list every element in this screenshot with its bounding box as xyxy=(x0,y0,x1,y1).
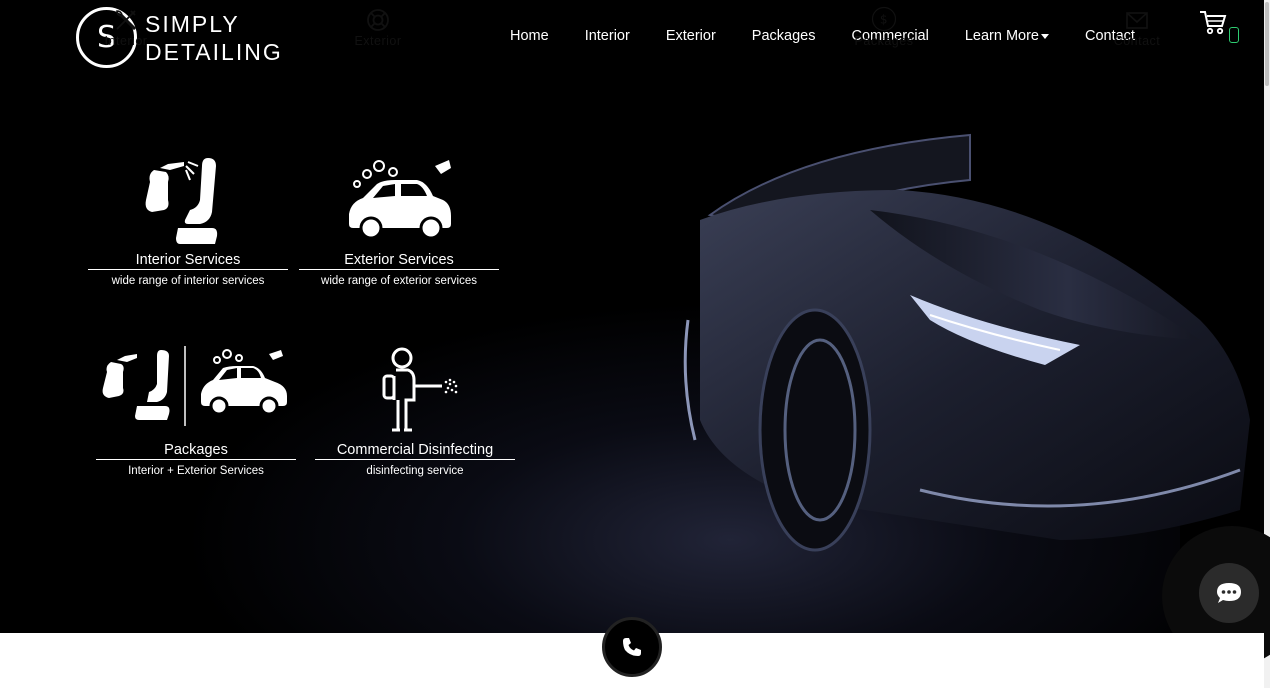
bottom-nav-interior[interactable]: Interior xyxy=(96,8,156,48)
chat-bubble-icon xyxy=(1217,583,1241,603)
nav-exterior[interactable]: Exterior xyxy=(648,28,734,44)
service-title-commercial: Commercial Disinfecting xyxy=(315,442,515,460)
logo-wordmark: SIMPLY DETAILING xyxy=(145,10,283,66)
call-button[interactable] xyxy=(602,617,662,677)
bottom-nav-interior-label: Interior xyxy=(104,34,148,48)
phone-icon xyxy=(623,638,641,656)
bottom-nav-packages[interactable]: $ Packages xyxy=(852,6,916,48)
envelope-icon xyxy=(1126,12,1148,29)
svg-text:$: $ xyxy=(880,13,888,27)
service-desc-commercial: disinfecting service xyxy=(366,465,464,477)
service-tile-packages[interactable]: Packages Interior + Exterior Services xyxy=(96,346,296,477)
service-title-exterior: Exterior Services xyxy=(299,252,499,270)
service-desc-interior: wide range of interior services xyxy=(111,275,265,287)
cart-count-badge[interactable] xyxy=(1229,27,1239,43)
service-tile-commercial[interactable]: Commercial Disinfecting disinfecting ser… xyxy=(315,346,515,477)
lifebuoy-icon xyxy=(367,9,389,31)
disinfecting-person-icon xyxy=(382,347,458,432)
shopping-cart-icon[interactable] xyxy=(1198,8,1228,38)
tools-icon xyxy=(116,10,137,31)
bottom-nav-packages-label: Packages xyxy=(854,34,914,48)
nav-home[interactable]: Home xyxy=(492,28,567,44)
sports-car-image xyxy=(683,133,1250,552)
nav-learn-more-label: Learn More xyxy=(964,28,1039,44)
scrollbar-thumb[interactable] xyxy=(1265,2,1269,86)
service-tile-exterior[interactable]: Exterior Services wide range of exterior… xyxy=(299,152,499,287)
car-wash-icon xyxy=(349,160,451,240)
chat-button[interactable] xyxy=(1199,563,1259,623)
logo-line2: DETAILING xyxy=(145,38,283,65)
hero-section xyxy=(0,0,1264,633)
service-tile-interior[interactable]: Interior Services wide range of interior… xyxy=(88,152,288,287)
bottom-nav-exterior-label: Exterior xyxy=(354,34,402,48)
service-title-interior: Interior Services xyxy=(88,252,288,270)
caret-down-icon xyxy=(1040,33,1049,39)
bottom-nav-contact-label: Contact xyxy=(1113,34,1161,48)
car-seat-spray-icon xyxy=(145,158,218,244)
main-nav: Home Interior Exterior Packages Commerci… xyxy=(492,28,1153,44)
nav-learn-more[interactable]: Learn More xyxy=(947,28,1067,44)
service-desc-packages: Interior + Exterior Services xyxy=(128,465,264,477)
service-title-packages: Packages xyxy=(96,442,296,460)
bottom-nav-contact[interactable]: Contact xyxy=(1107,8,1167,48)
nav-packages[interactable]: Packages xyxy=(734,28,834,44)
logo-line1: SIMPLY xyxy=(145,10,240,37)
dollar-circle-icon: $ xyxy=(871,6,897,32)
nav-interior[interactable]: Interior xyxy=(567,28,648,44)
service-desc-exterior: wide range of exterior services xyxy=(321,275,477,287)
bottom-nav-exterior[interactable]: Exterior xyxy=(348,8,408,48)
seat-and-car-icon xyxy=(102,346,287,426)
